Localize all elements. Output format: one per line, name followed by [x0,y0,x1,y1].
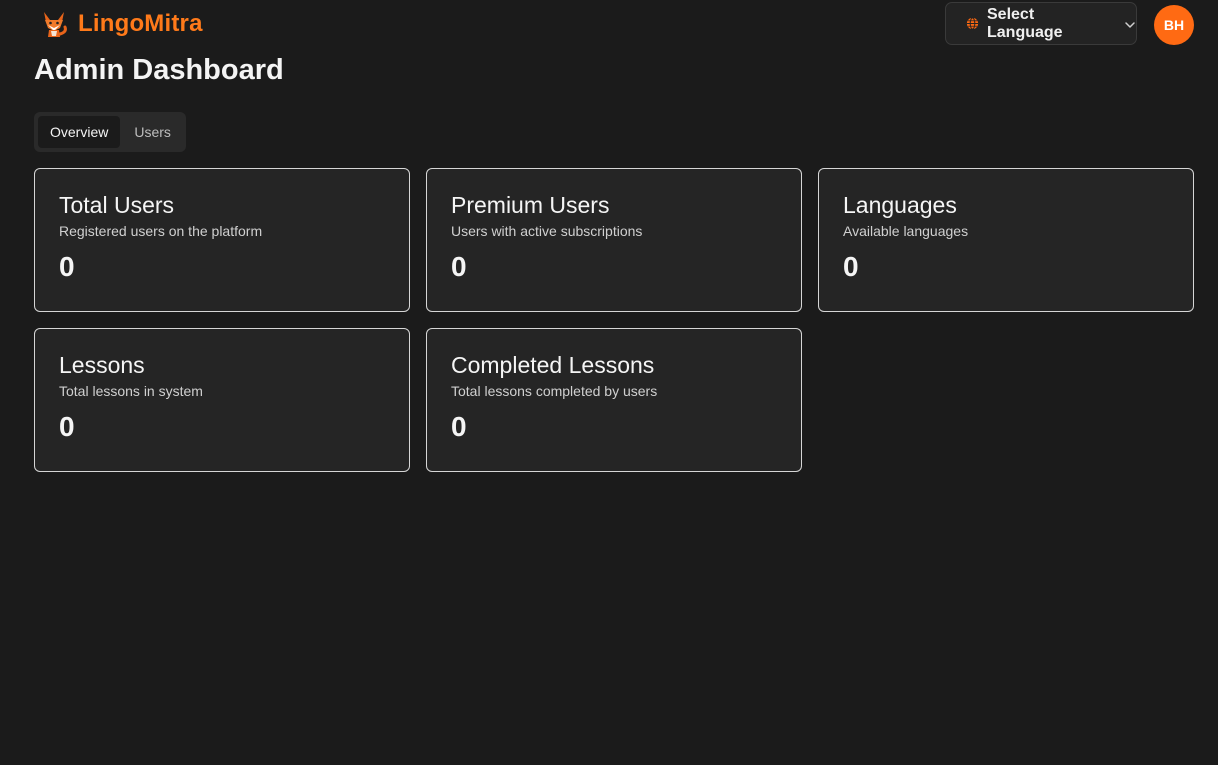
stat-card-lessons: Lessons Total lessons in system 0 [34,328,410,472]
card-value: 0 [843,251,859,282]
card-description: Registered users on the platform [59,223,263,239]
card-description: Total lessons completed by users [451,383,658,399]
stat-card-completed-lessons: Completed Lessons Total lessons complete… [426,328,802,472]
card-title: Premium Users [451,192,610,218]
globe-icon [966,17,979,30]
card-value: 0 [451,251,467,282]
page-title: Admin Dashboard [34,54,284,86]
card-title: Total Users [59,192,175,218]
card-title: Completed Lessons [451,352,655,378]
stat-card-total-users: Total Users Registered users on the plat… [34,168,410,312]
language-select[interactable]: Select Language [945,2,1137,45]
card-description: Users with active subscriptions [451,223,643,239]
tab-users[interactable]: Users [122,116,183,148]
brand-name: LingoMitra [78,10,203,37]
card-description: Total lessons in system [59,383,203,399]
avatar[interactable]: BH [1154,5,1194,45]
card-title: Languages [843,192,957,218]
stat-card-languages: Languages Available languages 0 [818,168,1194,312]
tab-overview[interactable]: Overview [38,116,121,148]
card-description: Available languages [843,223,969,239]
card-value: 0 [59,411,75,442]
tab-list: Overview Users [34,112,186,152]
card-value: 0 [59,251,75,282]
brand[interactable]: LingoMitra [38,8,203,40]
chevron-down-icon [1124,18,1136,30]
card-value: 0 [451,411,467,442]
stat-card-premium-users: Premium Users Users with active subscrip… [426,168,802,312]
language-select-label: Select Language [987,5,1063,41]
card-title: Lessons [59,352,145,378]
top-bar: LingoMitra Select Language BH [0,0,1218,50]
fox-logo-icon [38,8,70,40]
